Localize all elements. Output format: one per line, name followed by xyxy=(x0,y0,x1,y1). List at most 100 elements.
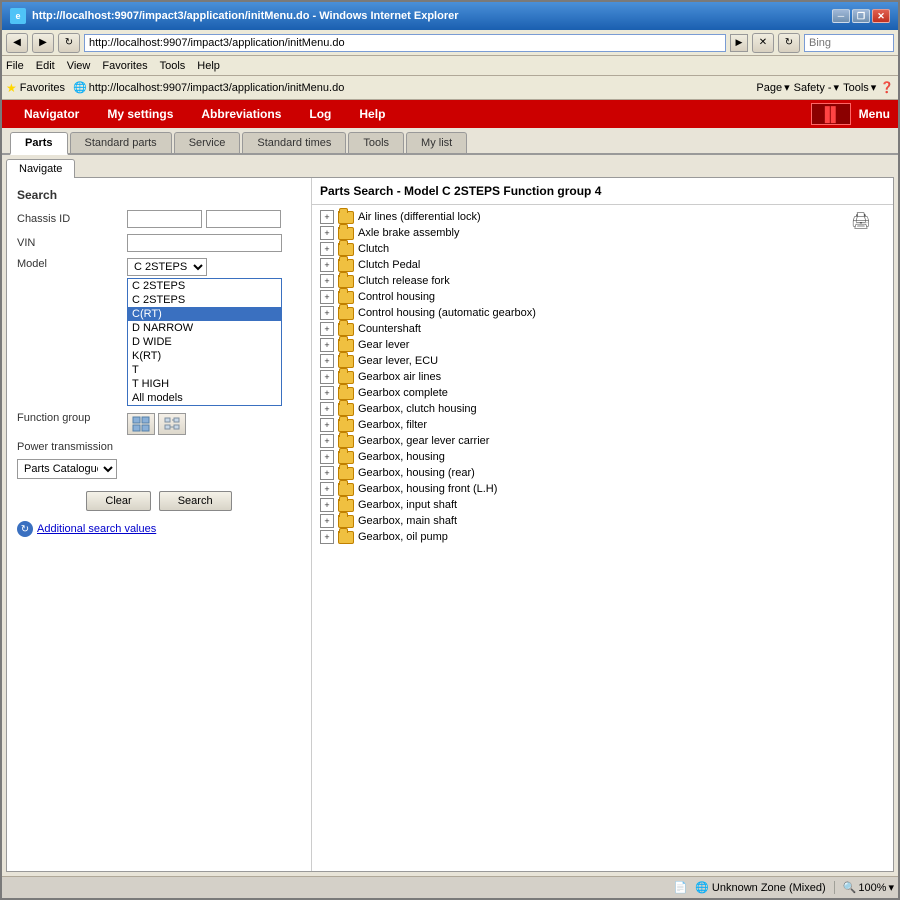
safety-button[interactable]: Safety - ▾ xyxy=(794,81,839,94)
expand-icon[interactable]: + xyxy=(320,354,334,368)
list-item[interactable]: + Gearbox, input shaft xyxy=(312,497,893,513)
back-button[interactable]: ◀ xyxy=(6,33,28,53)
model-list-item-7[interactable]: T HIGH xyxy=(128,377,281,391)
nav-item-help[interactable]: Help xyxy=(345,100,399,128)
expand-icon[interactable]: + xyxy=(320,258,334,272)
tools-menu[interactable]: Tools xyxy=(160,60,186,72)
vin-input[interactable] xyxy=(127,234,282,252)
expand-icon[interactable]: + xyxy=(320,434,334,448)
expand-icon[interactable]: + xyxy=(320,386,334,400)
expand-icon[interactable]: + xyxy=(320,450,334,464)
model-list-item-4[interactable]: D WIDE xyxy=(128,335,281,349)
expand-icon[interactable]: + xyxy=(320,322,334,336)
list-item[interactable]: + Control housing (automatic gearbox) xyxy=(312,305,893,321)
list-item[interactable]: + Gearbox, oil pump xyxy=(312,529,893,545)
zoom-chevron-icon[interactable]: ▾ xyxy=(888,881,894,894)
list-item[interactable]: + Gearbox, gear lever carrier xyxy=(312,433,893,449)
expand-icon[interactable]: + xyxy=(320,530,334,544)
tab-service[interactable]: Service xyxy=(174,132,241,153)
search-button[interactable]: Search xyxy=(159,491,232,511)
favorites-bar: ★ Favorites 🌐 http://localhost:9907/impa… xyxy=(2,76,898,100)
expand-icon[interactable]: + xyxy=(320,514,334,528)
tab-standard-parts[interactable]: Standard parts xyxy=(70,132,172,153)
expand-icon[interactable]: + xyxy=(320,338,334,352)
browser-search-input[interactable] xyxy=(804,34,894,52)
expand-icon[interactable]: + xyxy=(320,242,334,256)
tools-button[interactable]: Tools ▾ xyxy=(843,81,876,94)
clear-button[interactable]: Clear xyxy=(86,491,150,511)
tab-parts[interactable]: Parts xyxy=(10,132,68,155)
model-list-item-3[interactable]: D NARROW xyxy=(128,321,281,335)
help-button[interactable]: ❓ xyxy=(880,81,894,94)
list-item[interactable]: + Gearbox, housing front (L.H) xyxy=(312,481,893,497)
model-list-item-0[interactable]: C 2STEPS xyxy=(128,279,281,293)
list-item[interactable]: + Gearbox air lines xyxy=(312,369,893,385)
file-menu[interactable]: File xyxy=(6,60,24,72)
nav-item-log[interactable]: Log xyxy=(295,100,345,128)
tab-standard-times[interactable]: Standard times xyxy=(242,132,346,153)
list-item[interactable]: + Gear lever xyxy=(312,337,893,353)
refresh-button[interactable]: ↻ xyxy=(58,33,80,53)
help-menu[interactable]: Help xyxy=(197,60,220,72)
expand-icon[interactable]: + xyxy=(320,210,334,224)
model-list-item-6[interactable]: T xyxy=(128,363,281,377)
nav-item-abbreviations[interactable]: Abbreviations xyxy=(187,100,295,128)
stop-button[interactable]: ✕ xyxy=(752,33,774,53)
address-input[interactable] xyxy=(84,34,726,52)
expand-icon[interactable]: + xyxy=(320,402,334,416)
list-item[interactable]: + Air lines (differential lock) xyxy=(312,209,893,225)
forward-button[interactable]: ▶ xyxy=(32,33,54,53)
information-type-select[interactable]: Parts Catalogue xyxy=(17,459,117,479)
favorites-button[interactable]: ★ Favorites xyxy=(6,81,65,95)
expand-icon[interactable]: + xyxy=(320,466,334,480)
model-dropdown[interactable]: C 2STEPS xyxy=(127,258,207,276)
page-button[interactable]: Page ▾ xyxy=(756,81,789,94)
restore-button[interactable]: ❐ xyxy=(852,9,870,23)
expand-icon[interactable]: + xyxy=(320,226,334,240)
expand-icon[interactable]: + xyxy=(320,418,334,432)
close-button[interactable]: ✕ xyxy=(872,9,890,23)
list-item[interactable]: + Clutch Pedal xyxy=(312,257,893,273)
tab-my-list[interactable]: My list xyxy=(406,132,467,153)
expand-icon[interactable]: + xyxy=(320,306,334,320)
list-item[interactable]: + Control housing xyxy=(312,289,893,305)
list-item[interactable]: + Gearbox, main shaft xyxy=(312,513,893,529)
model-list-item-8[interactable]: All models xyxy=(128,391,281,405)
tab-tools[interactable]: Tools xyxy=(348,132,404,153)
go-button[interactable]: ▶ xyxy=(730,34,748,52)
list-item[interactable]: + Countershaft xyxy=(312,321,893,337)
favorites-link[interactable]: 🌐 http://localhost:9907/impact3/applicat… xyxy=(73,81,344,94)
expand-icon[interactable]: + xyxy=(320,370,334,384)
refresh2-button[interactable]: ↻ xyxy=(778,33,800,53)
expand-icon[interactable]: + xyxy=(320,482,334,496)
list-item[interactable]: + Gearbox, housing (rear) xyxy=(312,465,893,481)
fg-icon-tree[interactable] xyxy=(158,413,186,435)
additional-search[interactable]: ↻ Additional search values xyxy=(17,521,301,537)
minimize-button[interactable]: ─ xyxy=(832,9,850,23)
list-item[interactable]: + Gearbox, filter xyxy=(312,417,893,433)
chassis-id-input-2[interactable] xyxy=(206,210,281,228)
edit-menu[interactable]: Edit xyxy=(36,60,55,72)
favorites-menu[interactable]: Favorites xyxy=(102,60,147,72)
expand-icon[interactable]: + xyxy=(320,290,334,304)
list-item[interactable]: + Gearbox complete xyxy=(312,385,893,401)
list-item[interactable]: + Gearbox, housing xyxy=(312,449,893,465)
list-item[interactable]: + Axle brake assembly xyxy=(312,225,893,241)
list-item[interactable]: + Gear lever, ECU xyxy=(312,353,893,369)
model-list-item-2[interactable]: C(RT) xyxy=(128,307,281,321)
expand-icon[interactable]: + xyxy=(320,274,334,288)
print-icon-area[interactable]: 🖨 xyxy=(849,211,873,231)
nav-item-settings[interactable]: My settings xyxy=(93,100,187,128)
chassis-id-input-1[interactable] xyxy=(127,210,202,228)
list-item[interactable]: + Gearbox, clutch housing xyxy=(312,401,893,417)
view-menu[interactable]: View xyxy=(67,60,91,72)
model-list-item-1[interactable]: C 2STEPS xyxy=(128,293,281,307)
list-item[interactable]: + Clutch xyxy=(312,241,893,257)
nav-item-navigator[interactable]: Navigator xyxy=(10,100,93,128)
app-menu-text[interactable]: Menu xyxy=(859,107,890,121)
navigate-tab[interactable]: Navigate xyxy=(6,159,75,178)
fg-icon-grid[interactable] xyxy=(127,413,155,435)
expand-icon[interactable]: + xyxy=(320,498,334,512)
model-list-item-5[interactable]: K(RT) xyxy=(128,349,281,363)
list-item[interactable]: + Clutch release fork xyxy=(312,273,893,289)
